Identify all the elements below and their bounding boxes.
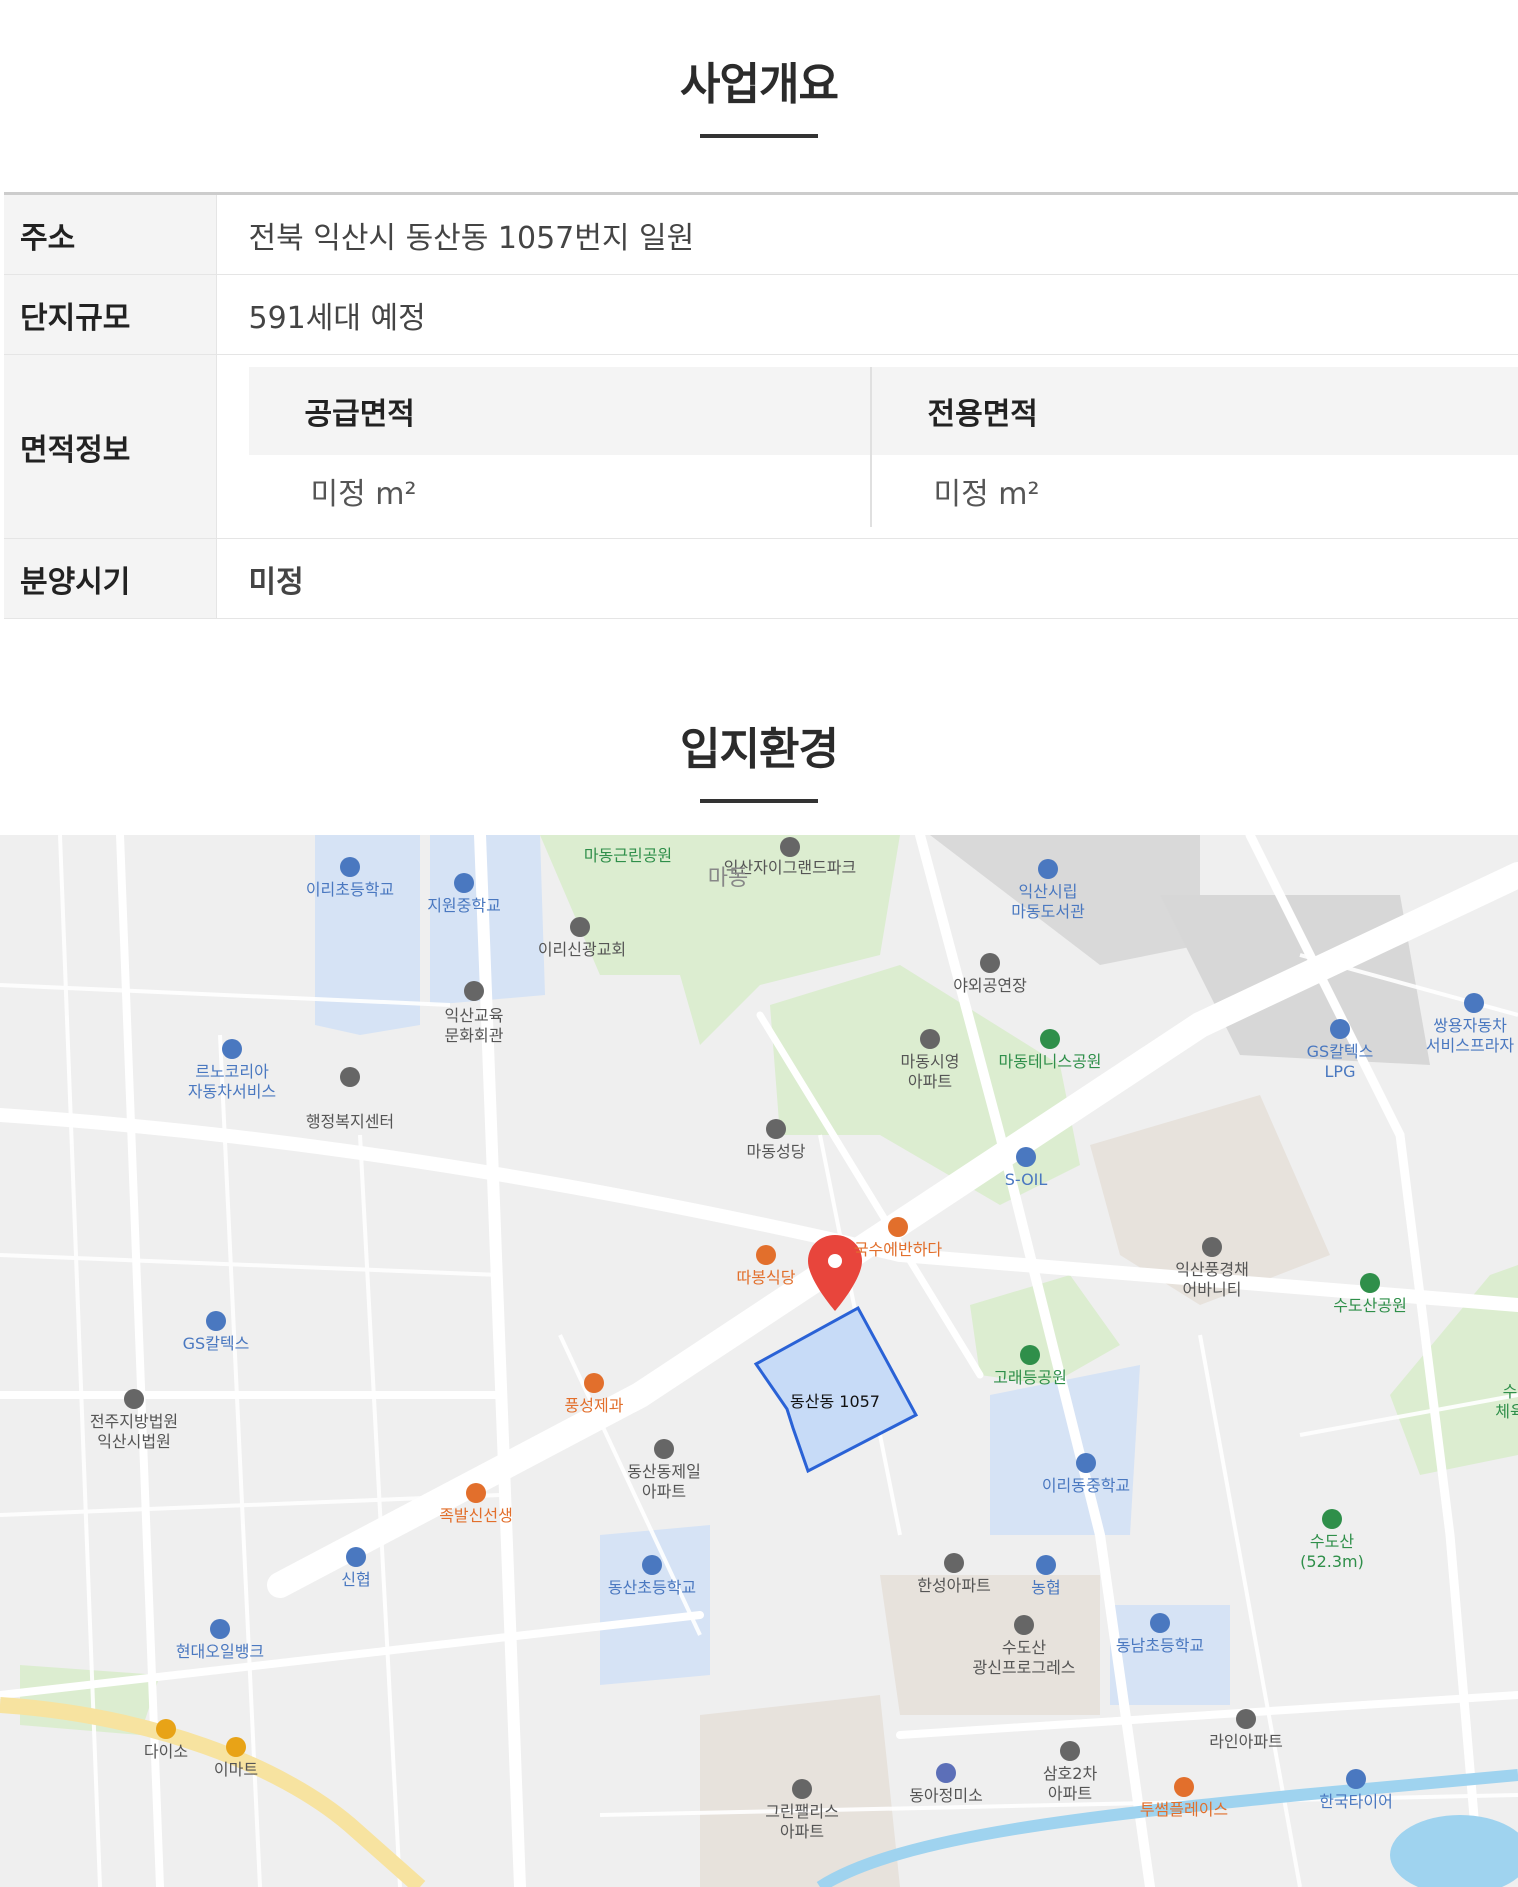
map-label: 그린팰리스 bbox=[765, 1802, 839, 1821]
map-label: 익산교육 bbox=[445, 1006, 504, 1025]
map-label: 전주지방법원 bbox=[90, 1412, 178, 1431]
map-label: 다이소 bbox=[144, 1742, 188, 1761]
map-label: 르노코리아 bbox=[195, 1062, 269, 1081]
map-label: 이마트 bbox=[214, 1760, 258, 1779]
map-label: 동아정미소 bbox=[909, 1786, 983, 1805]
map-label: 아파트 bbox=[908, 1072, 952, 1091]
school-zone bbox=[1110, 1605, 1230, 1705]
map-label: 야외공연장 bbox=[953, 976, 1027, 995]
map-label: 투썸플레이스 bbox=[1140, 1800, 1228, 1819]
map-label: 문화회관 bbox=[445, 1026, 504, 1045]
map-label: 지원중학교 bbox=[427, 896, 501, 915]
map-label: LPG bbox=[1325, 1062, 1356, 1081]
map-label: 어바니티 bbox=[1183, 1280, 1242, 1299]
address-value: 전북 익산시 동산동 1057번지 일원 bbox=[215, 193, 1518, 275]
map-label: 삼호2차 bbox=[1043, 1764, 1098, 1783]
map-label: 이리신광교회 bbox=[538, 940, 626, 959]
map-label: S-OIL bbox=[1005, 1170, 1048, 1189]
location-section-title: 입지환경 bbox=[0, 713, 1518, 803]
map-label: 마동테니스공원 bbox=[998, 1052, 1101, 1071]
school-zone bbox=[600, 1525, 710, 1685]
map-label: 풍성제과 bbox=[565, 1396, 624, 1415]
sale-period-value: 미정 bbox=[215, 538, 1518, 619]
map-label: 신협 bbox=[341, 1570, 370, 1589]
map-label: 국수에반하다 bbox=[854, 1240, 943, 1259]
map-label: 익산시법원 bbox=[97, 1432, 171, 1451]
map-label: GS칼텍스 bbox=[1307, 1042, 1374, 1061]
map-label: 마동도서관 bbox=[1011, 902, 1085, 921]
map-label: 동산동제일 bbox=[627, 1462, 701, 1481]
map-label: 이리초등학교 bbox=[306, 880, 394, 899]
map-label: 고래등공원 bbox=[993, 1368, 1067, 1387]
map-label: 서비스프라자 bbox=[1426, 1036, 1515, 1055]
map-label: GS칼텍스 bbox=[183, 1334, 250, 1353]
title-underline bbox=[700, 134, 818, 138]
map-label: 체육 bbox=[1495, 1402, 1518, 1421]
marker-label: 동산동 1057 bbox=[790, 1392, 880, 1411]
map-label: 수도산 bbox=[1310, 1532, 1354, 1551]
map-label: 따봉식당 bbox=[737, 1268, 796, 1287]
map-label: 아파트 bbox=[642, 1482, 686, 1501]
map-label: 동산초등학교 bbox=[608, 1578, 696, 1597]
table-row: 면적정보 공급면적 전용면적 미정 m² 미정 m² bbox=[4, 354, 1518, 539]
map-label: 현대오일뱅크 bbox=[176, 1642, 264, 1661]
area-label: 면적정보 bbox=[4, 354, 216, 539]
map-label: 라인아파트 bbox=[1209, 1732, 1283, 1751]
map-label: 족발신선생 bbox=[439, 1506, 513, 1525]
map-label: 수 bbox=[1503, 1382, 1518, 1401]
map-label: 아파트 bbox=[1048, 1784, 1092, 1803]
map-label: 이리동중학교 bbox=[1042, 1476, 1130, 1495]
map-label: 수도산 bbox=[1002, 1638, 1046, 1657]
area-subtable: 공급면적 전용면적 미정 m² 미정 m² bbox=[248, 366, 1518, 527]
exclusive-area-header: 전용면적 bbox=[871, 366, 1518, 455]
map-label: 쌍용자동차 bbox=[1433, 1016, 1507, 1035]
scale-label: 단지규모 bbox=[4, 274, 216, 355]
map-label: 마동시영 bbox=[901, 1052, 960, 1071]
map-label: 행정복지센터 bbox=[306, 1112, 394, 1131]
table-row: 단지규모 591세대 예정 bbox=[4, 274, 1518, 355]
title-underline bbox=[700, 799, 818, 803]
table-row: 분양시기 미정 bbox=[4, 538, 1518, 619]
map-label: 자동차서비스 bbox=[188, 1082, 276, 1101]
table-row: 주소 전북 익산시 동산동 1057번지 일원 bbox=[4, 193, 1518, 275]
map-label: 마동성당 bbox=[747, 1142, 806, 1161]
exclusive-area-value: 미정 m² bbox=[933, 476, 1040, 512]
overview-table: 주소 전북 익산시 동산동 1057번지 일원 단지규모 591세대 예정 면적… bbox=[4, 192, 1518, 619]
map-label: 동남초등학교 bbox=[1116, 1636, 1204, 1655]
map-label: 농협 bbox=[1031, 1578, 1060, 1597]
scale-value: 591세대 예정 bbox=[215, 274, 1518, 355]
map-label: 익산시립 bbox=[1019, 882, 1078, 901]
address-label: 주소 bbox=[4, 193, 216, 275]
map-label: 한성아파트 bbox=[917, 1576, 991, 1595]
map-label: 마동근린공원 bbox=[584, 846, 672, 865]
school-zone bbox=[315, 835, 420, 1035]
overview-title: 사업개요 bbox=[680, 59, 839, 110]
sale-period-label: 분양시기 bbox=[4, 538, 216, 619]
map-label: (52.3m) bbox=[1300, 1552, 1364, 1571]
map-label: 마동 bbox=[708, 866, 748, 891]
location-map[interactable]: 동산동 1057 마동근린공원 익산자이그랜드파크 마동 익산시립 마동도서관 … bbox=[0, 835, 1518, 1887]
location-title: 입지환경 bbox=[680, 724, 839, 775]
map-label: 아파트 bbox=[780, 1822, 824, 1841]
overview-section-title: 사업개요 bbox=[0, 48, 1518, 138]
area-cell: 공급면적 전용면적 미정 m² 미정 m² bbox=[215, 354, 1518, 539]
supply-area-value: 미정 m² bbox=[249, 454, 872, 527]
map-label: 익산풍경채 bbox=[1175, 1260, 1249, 1279]
map-label: 한국타이어 bbox=[1319, 1792, 1393, 1811]
map-label: 수도산공원 bbox=[1333, 1296, 1407, 1315]
map-label: 광신프로그레스 bbox=[972, 1658, 1075, 1677]
apartment-zone bbox=[880, 1575, 1100, 1715]
supply-area-header: 공급면적 bbox=[248, 366, 872, 455]
